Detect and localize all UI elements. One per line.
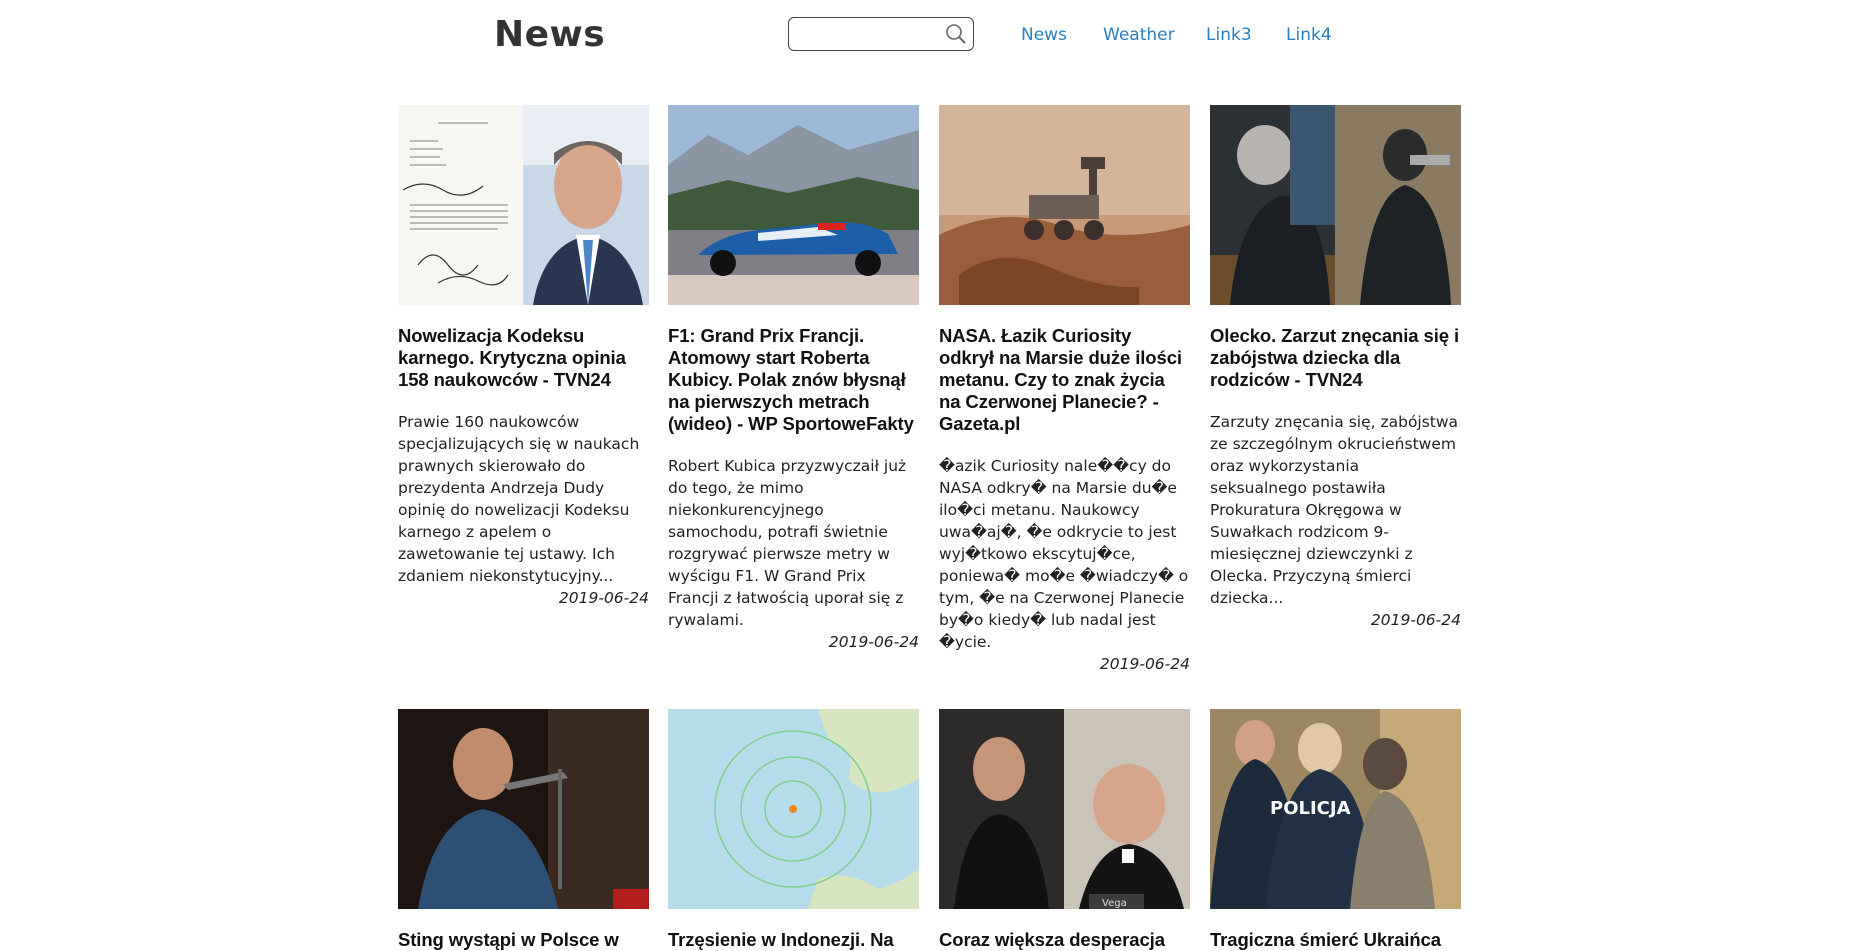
nav-link-link4[interactable]: Link4 <box>1286 25 1332 45</box>
article-card[interactable]: POLICJA Tragiczna śmierć Ukraińca <box>1210 709 1461 951</box>
header: News News Weather Link3 Link4 <box>0 0 1853 80</box>
article-image[interactable] <box>398 105 649 305</box>
image-badge: POLICJA <box>1270 798 1351 819</box>
article-card[interactable]: F1: Grand Prix Francji. Atomowy start Ro… <box>668 105 919 653</box>
nav-link-news[interactable]: News <box>1021 25 1067 45</box>
article-image[interactable] <box>1210 105 1461 305</box>
article-image[interactable] <box>939 105 1190 305</box>
search-input[interactable] <box>795 22 939 48</box>
article-date: 2019-06-24 <box>1370 611 1461 629</box>
article-image[interactable]: Vega <box>939 709 1190 909</box>
article-card[interactable]: Trzęsienie w Indonezji. Na <box>668 709 919 951</box>
article-image[interactable] <box>398 709 649 909</box>
article-date: 2019-06-24 <box>828 633 919 651</box>
article-date: 2019-06-24 <box>1099 655 1190 673</box>
article-card[interactable]: Olecko. Zarzut znęcania się i zabójstwa … <box>1210 105 1461 631</box>
nav-link-weather[interactable]: Weather <box>1103 25 1175 45</box>
article-image[interactable]: POLICJA <box>1210 709 1461 909</box>
article-image[interactable] <box>668 709 919 909</box>
article-card[interactable]: Nowelizacja Kodeksu karnego. Krytyczna o… <box>398 105 649 609</box>
article-description: Prawie 160 naukowców specjalizujących si… <box>398 413 640 585</box>
article-title[interactable]: Trzęsienie w Indonezji. Na <box>668 929 919 951</box>
article-card[interactable]: NASA. Łazik Curiosity odkrył na Marsie d… <box>939 105 1190 675</box>
article-title[interactable]: Olecko. Zarzut znęcania się i zabójstwa … <box>1210 325 1461 391</box>
article-title[interactable]: F1: Grand Prix Francji. Atomowy start Ro… <box>668 325 919 435</box>
article-title[interactable]: NASA. Łazik Curiosity odkrył na Marsie d… <box>939 325 1190 435</box>
article-title[interactable]: Sting wystąpi w Polsce w <box>398 929 649 951</box>
search-box[interactable] <box>788 17 974 51</box>
article-description: �azik Curiosity nale��cy do NASA odkry� … <box>939 457 1189 651</box>
article-title[interactable]: Nowelizacja Kodeksu karnego. Krytyczna o… <box>398 325 649 391</box>
article-description: Zarzuty znęcania się, zabójstwa ze szcze… <box>1210 413 1459 607</box>
article-description: Robert Kubica przyzwyczaił już do tego, … <box>668 457 907 629</box>
article-title[interactable]: Coraz większa desperacja <box>939 929 1190 951</box>
search-icon[interactable] <box>945 23 967 45</box>
site-logo[interactable]: News <box>494 14 605 55</box>
article-image[interactable] <box>668 105 919 305</box>
article-title[interactable]: Tragiczna śmierć Ukraińca <box>1210 929 1461 951</box>
image-caption: Vega <box>1102 898 1127 909</box>
nav-link-link3[interactable]: Link3 <box>1206 25 1252 45</box>
article-card[interactable]: Vega Coraz większa desperacja <box>939 709 1190 951</box>
article-date: 2019-06-24 <box>558 589 649 607</box>
article-card[interactable]: Sting wystąpi w Polsce w <box>398 709 649 951</box>
